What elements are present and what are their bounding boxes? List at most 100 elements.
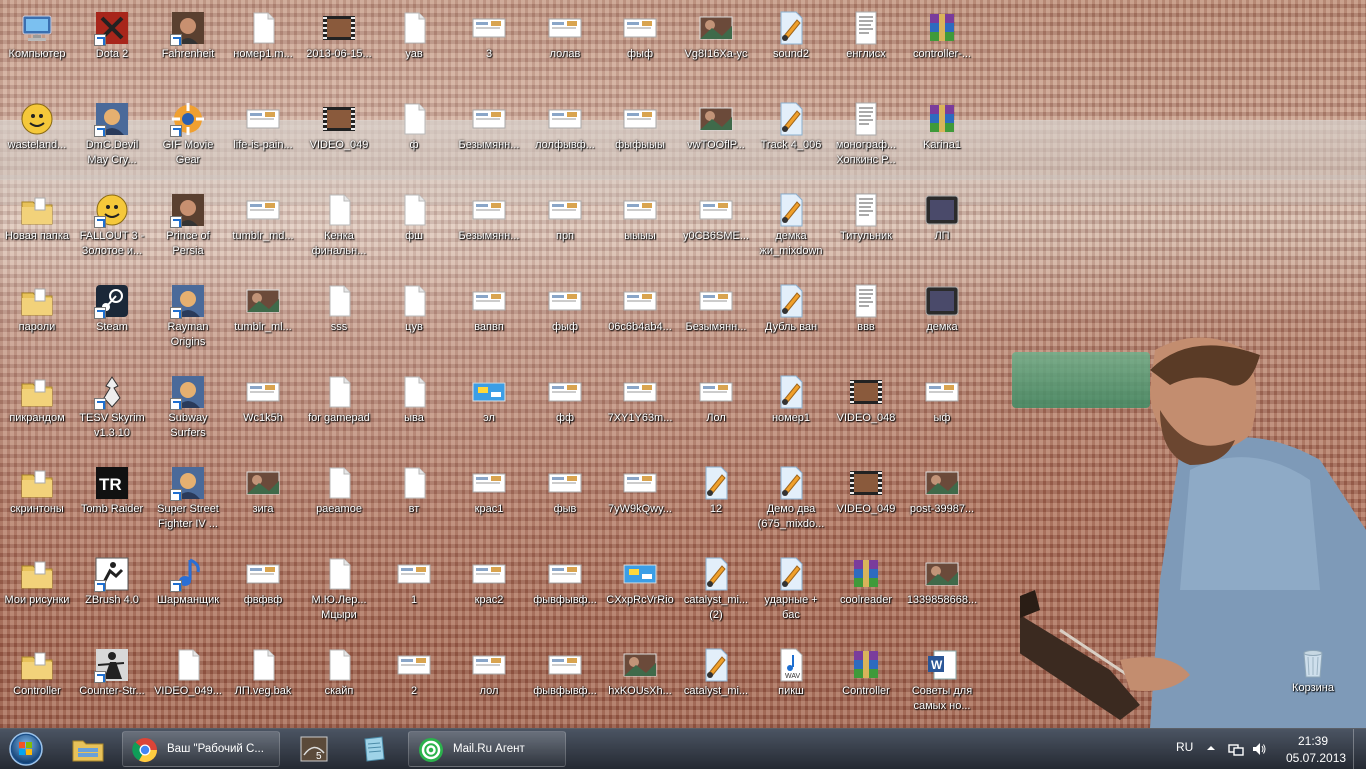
desktop-icon[interactable]: лолав <box>528 2 602 90</box>
desktop-icon[interactable]: Track 4_006 <box>754 93 828 181</box>
desktop-icon[interactable]: TESV Skyrim v1.3.10 <box>75 366 149 454</box>
desktop-icon[interactable]: ф <box>377 93 451 181</box>
desktop-icon[interactable]: Dota 2 <box>75 2 149 90</box>
desktop-icon[interactable]: Rayman Origins <box>151 275 225 363</box>
desktop-icon[interactable]: эл <box>452 366 526 454</box>
taskbar-button-mail-agent[interactable]: Mail.Ru Агент <box>408 731 566 767</box>
desktop-icon[interactable]: Prince of Persia <box>151 184 225 272</box>
desktop-icon[interactable]: Новая папка <box>0 184 74 272</box>
desktop-icon[interactable]: крас1 <box>452 457 526 545</box>
desktop-icon[interactable]: вапвп <box>452 275 526 363</box>
desktop-icon[interactable]: скайп <box>302 639 376 727</box>
desktop-icon[interactable]: tumblr_md... <box>226 184 300 272</box>
desktop-icon[interactable]: FALLOUT 3 - Золотое и... <box>75 184 149 272</box>
desktop-icon[interactable]: paeamoe <box>302 457 376 545</box>
show-desktop-button[interactable] <box>1353 729 1366 769</box>
desktop-icon[interactable]: ЛП.veg.bak <box>226 639 300 727</box>
desktop-icon[interactable]: GIF Movie Gear <box>151 93 225 181</box>
taskbar-button-notepad[interactable] <box>350 731 398 767</box>
desktop-icon[interactable]: Мои рисунки <box>0 548 74 636</box>
desktop-icon[interactable]: Безымянн... <box>452 184 526 272</box>
desktop-icon[interactable]: Steam <box>75 275 149 363</box>
desktop-icon[interactable]: VIDEO_048 <box>829 366 903 454</box>
desktop-icon[interactable]: VIDEO_049... <box>151 639 225 727</box>
desktop-icon[interactable]: фш <box>377 184 451 272</box>
taskbar-button-chrome[interactable]: Ваш "Рабочий С... <box>122 731 280 767</box>
desktop-icon[interactable]: фф <box>528 366 602 454</box>
desktop-icon[interactable]: уав <box>377 2 451 90</box>
desktop-icon[interactable]: лол <box>452 639 526 727</box>
desktop-icon[interactable]: пароли <box>0 275 74 363</box>
desktop-icon[interactable]: Демо два (675_mixdo... <box>754 457 828 545</box>
desktop-icon[interactable]: WAV пикш <box>754 639 828 727</box>
desktop-icon[interactable]: for gamepad <box>302 366 376 454</box>
desktop-icon[interactable]: catalyst_mi... (2) <box>679 548 753 636</box>
desktop-icon[interactable]: фыфыыы <box>603 93 677 181</box>
desktop-icon[interactable]: 7yW9kQwy... <box>603 457 677 545</box>
desktop-icon[interactable]: М.Ю.Лер... Мцыри <box>302 548 376 636</box>
desktop-icon[interactable]: номер1.m... <box>226 2 300 90</box>
desktop-icon[interactable]: демка жи_mixdown <box>754 184 828 272</box>
desktop-icon[interactable]: Karina1 <box>905 93 979 181</box>
desktop-icon[interactable]: 12 <box>679 457 753 545</box>
desktop-icon[interactable]: sss <box>302 275 376 363</box>
desktop-icon[interactable]: ударные + бас <box>754 548 828 636</box>
language-indicator[interactable]: RU <box>1176 740 1193 754</box>
desktop-icon[interactable]: Subway Surfers <box>151 366 225 454</box>
desktop-icon[interactable]: VIDEO_049 <box>302 93 376 181</box>
desktop-icon[interactable]: Super Street Fighter IV ... <box>151 457 225 545</box>
desktop-icon[interactable]: Кенка финальн... <box>302 184 376 272</box>
desktop-icon[interactable]: DmC.Devil May Cry... <box>75 93 149 181</box>
desktop-icon[interactable]: ввв <box>829 275 903 363</box>
desktop-icon[interactable]: Vg8I16Xa-yc <box>679 2 753 90</box>
desktop-icon[interactable]: 06c6b4ab4... <box>603 275 677 363</box>
taskbar-button-video-editor[interactable]: 5 <box>290 731 338 767</box>
desktop-icon[interactable]: Wc1k5h <box>226 366 300 454</box>
desktop-icon[interactable]: Безымянн... <box>679 275 753 363</box>
desktop-icon[interactable]: Controller <box>829 639 903 727</box>
desktop-icon[interactable]: ыф <box>905 366 979 454</box>
desktop-icon[interactable]: фыв <box>528 457 602 545</box>
desktop-icon[interactable]: демка <box>905 275 979 363</box>
desktop-icon[interactable]: 2013-06-15... <box>302 2 376 90</box>
desktop-icon[interactable]: life-is-pain... <box>226 93 300 181</box>
desktop-icon[interactable]: пикрандом <box>0 366 74 454</box>
desktop-icon[interactable]: фывфывф... <box>528 639 602 727</box>
desktop-icon[interactable]: енглисх <box>829 2 903 90</box>
desktop-icon[interactable]: TR Tomb Raider <box>75 457 149 545</box>
desktop-icon[interactable]: Компьютер <box>0 2 74 90</box>
desktop-icon[interactable]: зига <box>226 457 300 545</box>
start-button[interactable] <box>5 731 47 767</box>
desktop-icon[interactable]: hxKOUsXh... <box>603 639 677 727</box>
desktop-icon[interactable]: post-39987... <box>905 457 979 545</box>
desktop-icon[interactable]: монограф... Хопкинс Р... <box>829 93 903 181</box>
desktop-icon[interactable]: coolreader <box>829 548 903 636</box>
desktop-icon[interactable]: 1339858668... <box>905 548 979 636</box>
clock-time[interactable]: 21:39 <box>1298 734 1328 748</box>
desktop-icon[interactable]: вт <box>377 457 451 545</box>
desktop-icon[interactable]: VIDEO_049 <box>829 457 903 545</box>
desktop-icon[interactable]: фвфвф <box>226 548 300 636</box>
desktop-icon[interactable]: ыыыы <box>603 184 677 272</box>
desktop-icon[interactable]: цув <box>377 275 451 363</box>
desktop-icon[interactable]: Лол <box>679 366 753 454</box>
explorer-pinned-icon[interactable] <box>70 733 106 765</box>
desktop-icon[interactable]: wasteland... <box>0 93 74 181</box>
desktop-icon[interactable]: controller-... <box>905 2 979 90</box>
desktop-icon[interactable]: Безымянн... <box>452 93 526 181</box>
desktop-icon[interactable]: фыф <box>603 2 677 90</box>
desktop-icon[interactable]: Титульник <box>829 184 903 272</box>
desktop-icon[interactable]: ZBrush 4.0 <box>75 548 149 636</box>
desktop-icon[interactable]: лолфывф... <box>528 93 602 181</box>
desktop-icon[interactable]: 7XY1Y63m... <box>603 366 677 454</box>
tray-expand-icon[interactable] <box>1206 743 1216 753</box>
clock-date[interactable]: 05.07.2013 <box>1286 751 1346 765</box>
desktop-icon[interactable]: крас2 <box>452 548 526 636</box>
desktop-icon[interactable]: sound2 <box>754 2 828 90</box>
desktop-icon[interactable]: 3 <box>452 2 526 90</box>
desktop-icon[interactable]: CXxpRcVrRio <box>603 548 677 636</box>
desktop-icon[interactable]: фыф <box>528 275 602 363</box>
desktop-icon[interactable]: Controller <box>0 639 74 727</box>
desktop-icon[interactable]: 1 <box>377 548 451 636</box>
desktop-icon[interactable]: прп <box>528 184 602 272</box>
